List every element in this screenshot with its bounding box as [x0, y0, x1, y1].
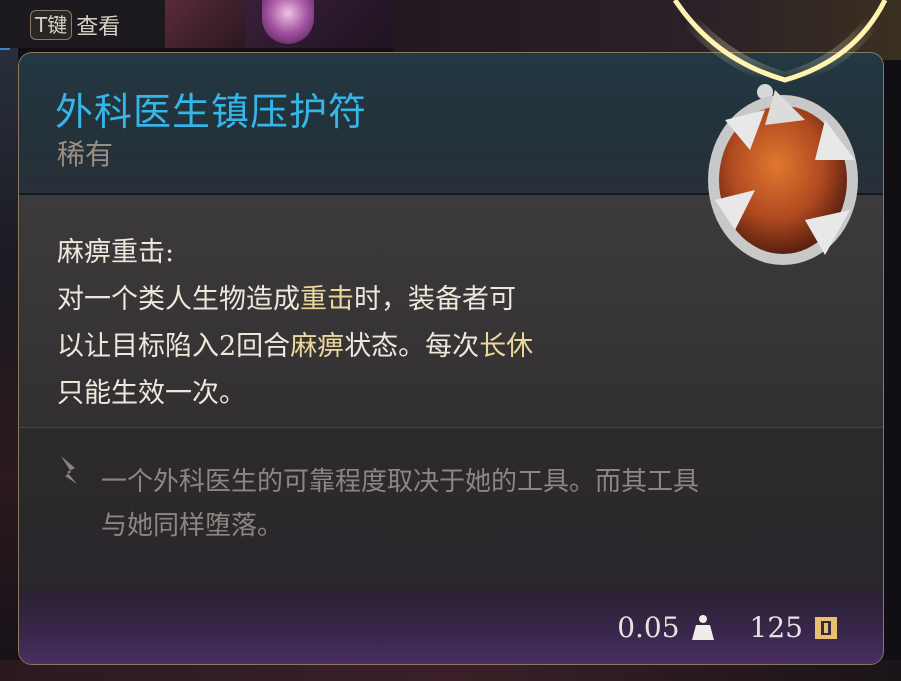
effect-line3: 只能生效一次。	[57, 378, 246, 409]
background-left-strip	[0, 0, 18, 681]
keyword-long-rest[interactable]: 长休	[479, 331, 533, 362]
item-weight: 0.05	[617, 611, 680, 644]
gold-icon	[815, 616, 837, 639]
lore-quill-icon	[61, 456, 77, 484]
inventory-slot-2[interactable]	[165, 0, 246, 48]
hotkey-label: 查看	[76, 15, 121, 40]
lore-line-1: 一个外科医生的可靠程度取决于她的工具。而其工具	[101, 467, 700, 497]
weight-icon	[691, 614, 714, 640]
effect-name: 麻痹重击:	[57, 237, 175, 268]
lore-text: 一个外科医生的可靠程度取决于她的工具。而其工具 与她同样堕落。	[101, 460, 861, 548]
effect-line1-a: 对一个类人生物造成	[57, 284, 300, 315]
effect-line2-a: 以让目标陷入2回合	[57, 331, 291, 362]
item-name: 外科医生镇压护符	[55, 90, 368, 134]
effect-text: 麻痹重击: 对一个类人生物造成重击时，装备者可 以让目标陷入2回合麻痹状态。每次…	[57, 229, 617, 417]
tooltip-footer: 0.05 125	[19, 589, 883, 664]
keyword-critical-hit[interactable]: 重击	[300, 284, 354, 315]
lore-section: 一个外科医生的可靠程度取决于她的工具。而其工具 与她同样堕落。	[19, 427, 883, 590]
lore-line-2: 与她同样堕落。	[101, 511, 284, 541]
keyword-paralysed[interactable]: 麻痹	[290, 331, 344, 362]
hotkey-keycap: T键	[30, 10, 73, 40]
item-rarity: 稀有	[57, 138, 114, 171]
effect-line1-b: 时，装备者可	[354, 284, 516, 315]
item-value: 125	[749, 611, 803, 644]
amulet-image	[668, 0, 893, 265]
inspect-hotkey[interactable]: T键 查看	[30, 8, 120, 42]
effect-line2-b: 状态。每次	[344, 331, 480, 362]
item-stats: 0.05 125	[617, 611, 839, 644]
